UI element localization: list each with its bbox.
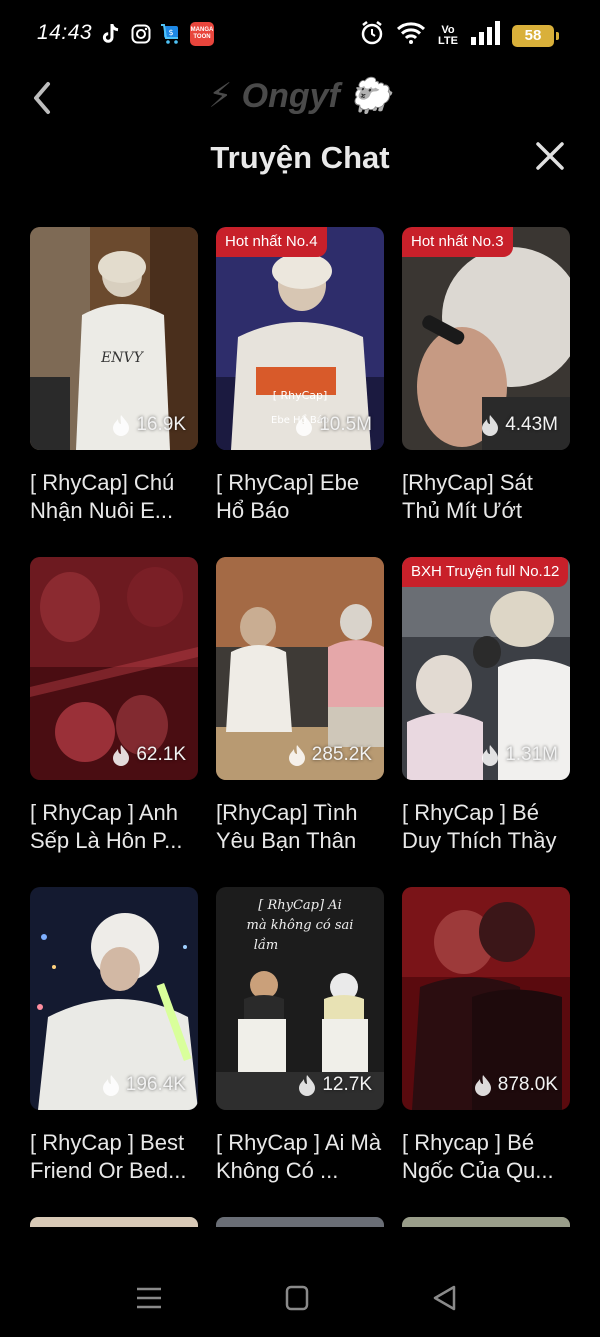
view-count-value: 1.31M (505, 744, 558, 765)
story-card[interactable]: ENVY 16.9K [ RhyCap] Chú Nhận Nuôi E... (30, 227, 198, 525)
story-cover[interactable]: [ RhyCap] Ebe Hổ Báo Hot nhất No.4 10.5M (216, 227, 384, 450)
battery-indicator: 58 (512, 24, 559, 47)
view-count: 62.1K (112, 744, 186, 766)
view-count: 10.5M (295, 414, 372, 436)
view-count: 285.2K (288, 744, 372, 766)
close-button[interactable] (534, 140, 566, 172)
story-cover[interactable]: 285.2K (216, 557, 384, 780)
story-title[interactable]: [ RhyCap ] Best Friend Or Bed... (30, 1129, 198, 1185)
story-title[interactable]: [RhyCap] Sát Thủ Mít Ướt (402, 469, 570, 525)
instagram-icon (130, 22, 152, 46)
volte-indicator: Vo LTE (438, 24, 458, 47)
back-triangle-icon (433, 1285, 456, 1311)
story-title[interactable]: [ Rhycap ] Bé Ngốc Của Qu... (402, 1129, 570, 1185)
story-title[interactable]: [ RhyCap ] Bé Duy Thích Thầy (402, 799, 570, 855)
view-count-value: 16.9K (136, 414, 186, 435)
story-cover[interactable]: 196.4K (30, 887, 198, 1110)
flame-icon (299, 1075, 316, 1096)
home-square-icon (285, 1285, 309, 1311)
story-cover[interactable]: ENVY 16.9K (30, 227, 198, 450)
view-count-value: 285.2K (311, 744, 372, 765)
story-card[interactable]: BXH Truyện full No.12 1.31M [ RhyCap ] B… (402, 557, 570, 855)
story-cover[interactable]: 878.0K (402, 887, 570, 1110)
view-count-value: 196.4K (125, 1074, 186, 1095)
volte-bottom: LTE (438, 34, 458, 47)
cover-caption-line1: [ RhyCap] Ai (258, 898, 341, 913)
story-card-partial[interactable] (30, 1217, 198, 1227)
view-count: 196.4K (102, 1074, 186, 1096)
flame-icon (296, 415, 313, 436)
tiktok-icon (100, 22, 122, 46)
ranking-badge: BXH Truyện full No.12 (402, 557, 569, 587)
close-icon (536, 142, 564, 170)
story-card-partial[interactable] (402, 1217, 570, 1227)
story-cover[interactable]: 62.1K (30, 557, 198, 780)
flame-icon (474, 1075, 491, 1096)
ranking-badge: Hot nhất No.4 (216, 227, 327, 257)
status-app-icons: $ MANGA TOON (100, 22, 214, 46)
signal-icon (470, 21, 500, 50)
view-count: 878.0K (474, 1074, 558, 1096)
view-count-value: 878.0K (497, 1074, 558, 1095)
flame-icon (482, 745, 499, 766)
cover-caption-line2: mà không có sai (247, 918, 354, 933)
cover-caption-line3: lầm (254, 937, 278, 953)
story-card[interactable]: [ RhyCap] Ebe Hổ Báo Hot nhất No.4 10.5M… (216, 227, 384, 525)
status-time: 14:43 (37, 21, 93, 44)
flame-icon (482, 415, 499, 436)
story-card[interactable]: 196.4K [ RhyCap ] Best Friend Or Bed... (30, 887, 198, 1185)
story-card[interactable]: Hot nhất No.3 4.43M [RhyCap] Sát Thủ Mít… (402, 227, 570, 525)
flame-icon (113, 415, 130, 436)
flame-icon (288, 745, 305, 766)
flame-icon (113, 745, 130, 766)
svg-text:ENVY: ENVY (100, 350, 145, 366)
view-count-value: 62.1K (136, 744, 186, 765)
view-count: 12.7K (298, 1074, 372, 1096)
story-title[interactable]: [ RhyCap] Chú Nhận Nuôi E... (30, 469, 198, 525)
story-card-partial[interactable] (216, 1217, 384, 1227)
recent-apps-button[interactable] (134, 1283, 164, 1313)
story-title[interactable]: [ RhyCap ] Anh Sếp Là Hôn P... (30, 799, 198, 855)
view-count-value: 10.5M (319, 414, 372, 435)
page-title: Truyện Chat (210, 140, 390, 175)
cover-caption: [ RhyCap] (273, 389, 328, 402)
story-card[interactable]: 285.2K [RhyCap] Tình Yêu Bạn Thân (216, 557, 384, 855)
story-card[interactable]: [ RhyCap] Ai mà không có sai lầm 12.7K [… (216, 887, 384, 1185)
story-cover[interactable]: BXH Truyện full No.12 1.31M (402, 557, 570, 780)
shopping-cart-icon: $ (160, 22, 182, 46)
ranking-badge: Hot nhất No.3 (402, 227, 513, 257)
wifi-icon (396, 21, 426, 50)
view-count: 4.43M (481, 414, 558, 436)
story-title[interactable]: [RhyCap] Tình Yêu Bạn Thân (216, 799, 384, 855)
app-header: ⚡ Ongyf 🐑 Truyện Chat (0, 70, 600, 200)
alarm-icon (360, 20, 384, 51)
system-nav-bar (0, 1255, 600, 1337)
mangatoon-icon: MANGA TOON (190, 22, 214, 46)
story-card[interactable]: 878.0K [ Rhycap ] Bé Ngốc Của Qu... (402, 887, 570, 1185)
story-cover[interactable]: Hot nhất No.3 4.43M (402, 227, 570, 450)
view-count-value: 4.43M (505, 414, 558, 435)
flame-icon (102, 1075, 119, 1096)
story-title[interactable]: [ RhyCap ] Ai Mà Không Có ... (216, 1129, 384, 1185)
story-card[interactable]: 62.1K [ RhyCap ] Anh Sếp Là Hôn P... (30, 557, 198, 855)
home-button[interactable] (283, 1283, 313, 1313)
author-name: ⚡ Ongyf 🐑 (208, 77, 392, 115)
view-count-value: 12.7K (322, 1074, 372, 1095)
story-title[interactable]: [ RhyCap] Ebe Hổ Báo (216, 469, 384, 525)
nav-back-button[interactable] (430, 1283, 460, 1313)
menu-icon (137, 1287, 161, 1309)
svg-text:$: $ (168, 28, 173, 37)
view-count: 1.31M (481, 744, 558, 766)
status-indicators: Vo LTE 58 (360, 20, 559, 51)
story-cover[interactable]: [ RhyCap] Ai mà không có sai lầm 12.7K (216, 887, 384, 1110)
view-count: 16.9K (112, 414, 186, 436)
status-bar: 14:43 $ MANGA TOON Vo LTE 58 (0, 0, 600, 70)
